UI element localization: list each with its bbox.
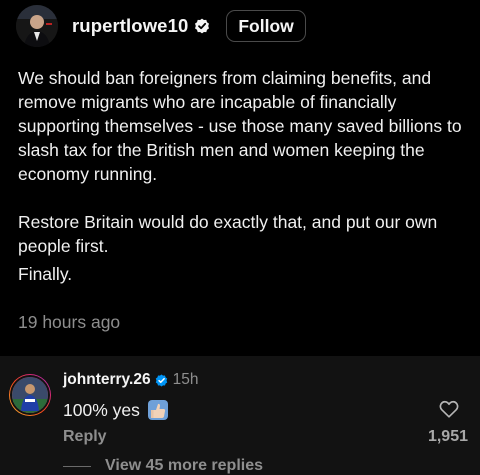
comment-text-row: 100% yes [63, 398, 170, 422]
post: rupertlowe10 Follow We should ban foreig… [0, 0, 480, 356]
replies-divider [63, 465, 91, 467]
verified-badge-icon [155, 373, 168, 387]
comments-section: johnterry.26 15h 100% yes Reply 1,951 Vi… [0, 356, 480, 475]
comment-header: johnterry.26 15h [63, 371, 198, 389]
post-paragraph: Restore Britain would do exactly that, a… [18, 212, 438, 256]
follow-button[interactable]: Follow [226, 10, 306, 42]
reply-button[interactable]: Reply [63, 428, 107, 446]
view-replies-label[interactable]: View 45 more replies [105, 457, 263, 475]
verified-badge-icon [194, 18, 210, 34]
comment-text: 100% yes [63, 399, 140, 420]
comment-avatar[interactable] [9, 374, 51, 416]
view-replies-button[interactable]: View 45 more replies [63, 457, 263, 475]
comment-username[interactable]: johnterry.26 [63, 371, 151, 389]
avatar[interactable] [16, 5, 58, 47]
comment-time: 15h [172, 371, 199, 388]
post-body: We should ban foreigners from claiming b… [18, 66, 468, 286]
like-heart-icon[interactable] [438, 398, 460, 420]
post-paragraph: We should ban foreigners from claiming b… [18, 68, 462, 184]
post-username[interactable]: rupertlowe10 [72, 15, 188, 37]
post-timestamp: 19 hours ago [18, 312, 121, 332]
thumbs-up-emoji-icon [146, 398, 170, 422]
comment-like-count: 1,951 [427, 428, 468, 445]
post-paragraph: Finally. [18, 264, 73, 284]
post-header: rupertlowe10 Follow [16, 5, 306, 47]
